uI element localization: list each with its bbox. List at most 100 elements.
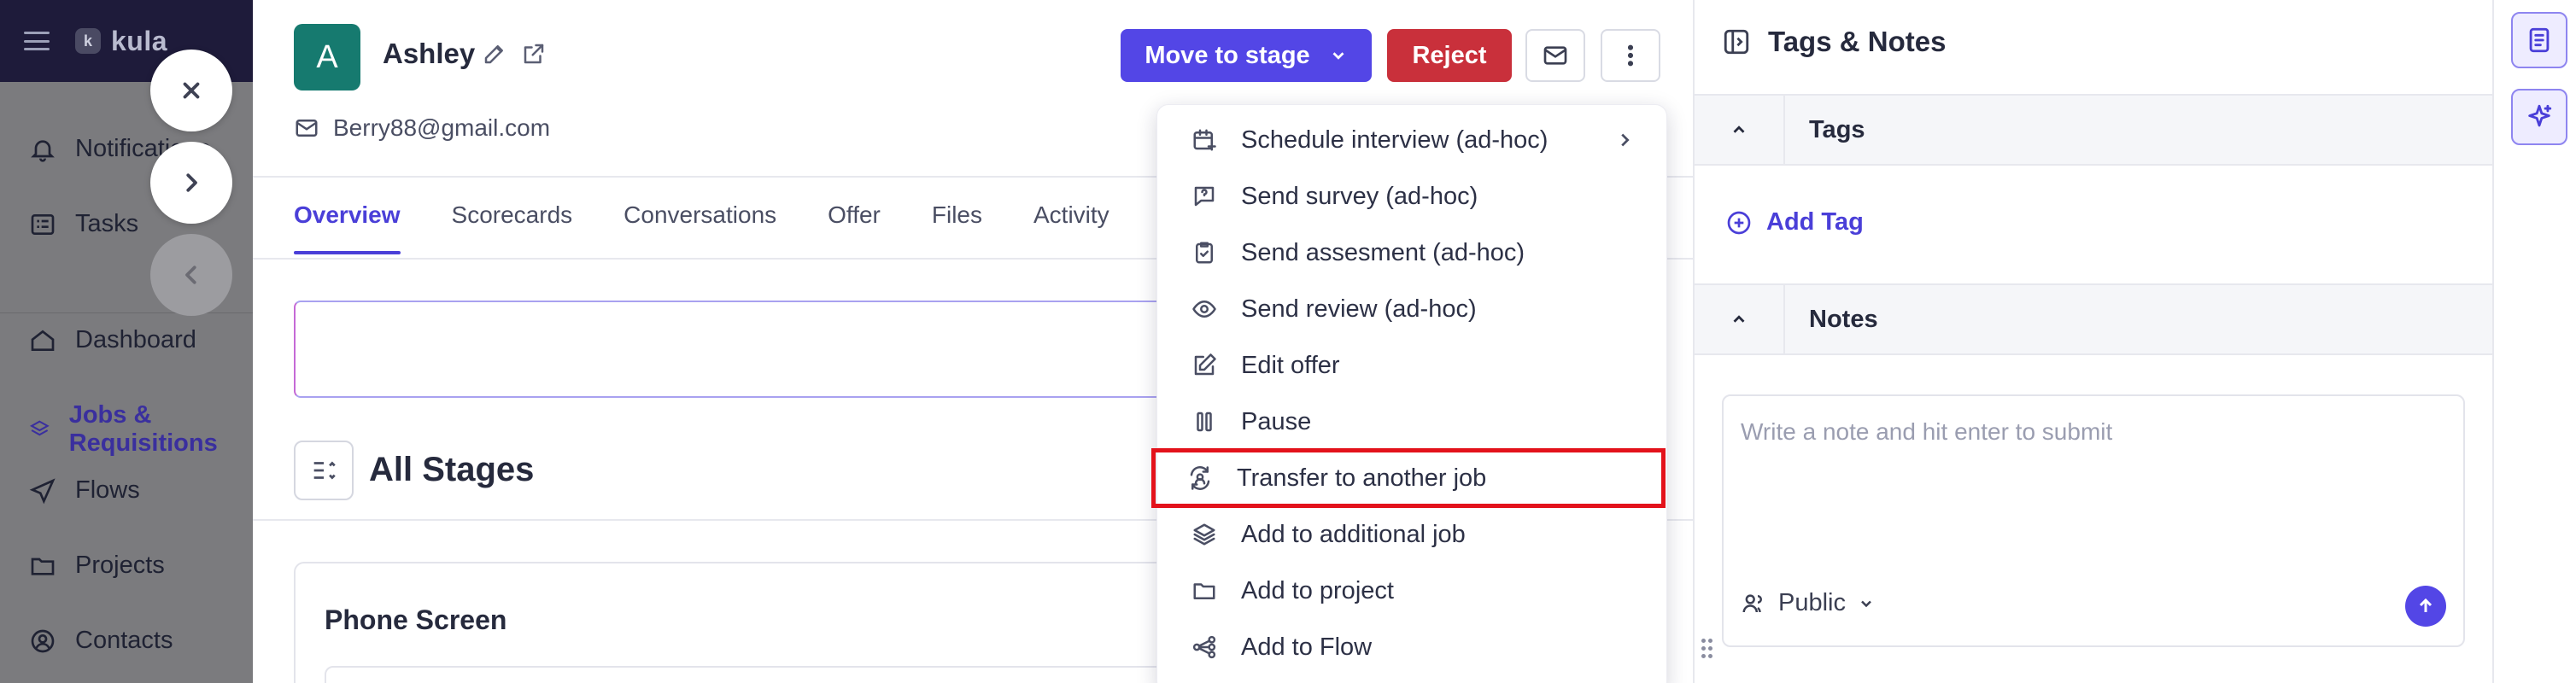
menu-item-label: Send assesment (ad-hoc)	[1241, 238, 1525, 266]
document-icon	[2529, 27, 2550, 53]
email-text[interactable]: Berry88@gmail.com	[333, 114, 550, 142]
chevron-up-icon	[1733, 315, 1745, 323]
tags-section-header[interactable]: Tags	[1695, 94, 2494, 166]
move-to-stage-label: Move to stage	[1145, 41, 1310, 69]
stages-toggle-button[interactable]	[294, 441, 354, 500]
send-icon	[29, 477, 56, 504]
tags-collapse-button[interactable]	[1695, 96, 1785, 164]
tab-scorecards[interactable]: Scorecards	[452, 201, 573, 254]
menu-item-label: Pause	[1241, 407, 1312, 435]
menu-item-send-assessment[interactable]: Send assesment (ad-hoc)	[1157, 225, 1668, 281]
submit-note-button[interactable]	[2405, 586, 2446, 627]
candidate-email: Berry88@gmail.com	[294, 114, 550, 142]
chevron-left-icon	[185, 266, 196, 284]
sidebar-item-contacts[interactable]: Contacts	[29, 627, 173, 655]
chevron-right-icon	[1621, 133, 1630, 147]
sidebar-divider	[0, 312, 253, 313]
candidate-name: Ashley	[383, 38, 476, 69]
move-to-stage-button[interactable]: Move to stage	[1121, 29, 1372, 82]
sparkle-icon	[2528, 104, 2552, 127]
app-logo[interactable]: k kula	[75, 26, 167, 57]
menu-item-send-review[interactable]: Send review (ad-hoc)	[1157, 281, 1668, 337]
menu-item-pause[interactable]: Pause	[1157, 394, 1668, 450]
menu-item-label: Send survey (ad-hoc)	[1241, 182, 1478, 210]
sidebar-item-tasks[interactable]: Tasks	[29, 210, 138, 238]
sidebar-item-dashboard[interactable]: Dashboard	[29, 326, 196, 354]
users-icon	[1742, 593, 1762, 612]
home-icon	[31, 330, 55, 351]
close-panel-button[interactable]	[150, 50, 232, 131]
mail-icon	[1543, 46, 1567, 65]
tab-conversations[interactable]: Conversations	[624, 201, 776, 254]
menu-item-label: Send review (ad-hoc)	[1241, 295, 1477, 323]
chevron-up-icon	[1733, 126, 1745, 133]
visibility-label: Public	[1778, 589, 1846, 616]
menu-item-edit-offer[interactable]: Edit offer	[1157, 337, 1668, 394]
sidebar-item-label: Tasks	[75, 210, 139, 237]
menu-item-label: Add to additional job	[1241, 520, 1466, 548]
menu-item-label: Add to Flow	[1241, 633, 1373, 661]
collapse-panel-icon[interactable]	[1722, 27, 1751, 56]
logo-wordmark: kula	[111, 25, 168, 56]
hamburger-menu-icon[interactable]	[24, 32, 50, 50]
tab-overview[interactable]: Overview	[294, 201, 401, 254]
calendar-plus-icon	[1193, 129, 1216, 151]
stages-title: All Stages	[369, 451, 535, 488]
sidebar-item-label: Dashboard	[75, 326, 196, 353]
menu-item-add-to-flow[interactable]: Add to Flow	[1157, 619, 1668, 675]
stage-title: Phone Screen	[325, 604, 507, 635]
note-placeholder: Write a note and hit enter to submit	[1741, 418, 2113, 445]
tab-bar: Overview Scorecards Conversations Offer …	[294, 201, 1109, 254]
external-link-icon[interactable]	[521, 41, 547, 67]
reject-button[interactable]: Reject	[1387, 29, 1512, 82]
chevron-down-icon	[1861, 600, 1871, 607]
folder-icon	[1193, 583, 1215, 599]
sidebar-item-label: Contacts	[75, 627, 173, 654]
resize-handle-icon[interactable]	[1701, 639, 1713, 659]
tasks-icon	[31, 213, 55, 235]
panel-title: Tags & Notes	[1768, 26, 1947, 57]
note-visibility-select[interactable]: Public	[1741, 589, 1875, 617]
note-input[interactable]: Write a note and hit enter to submit Pub…	[1722, 394, 2465, 647]
add-tag-button[interactable]: Add Tag	[1725, 208, 1864, 236]
folder-icon	[31, 557, 55, 575]
tab-files[interactable]: Files	[932, 201, 982, 254]
more-actions-button[interactable]	[1601, 29, 1660, 82]
sidebar-item-jobs[interactable]: Jobs & Requisitions	[29, 401, 253, 458]
notes-section-header[interactable]: Notes	[1695, 283, 2494, 355]
previous-candidate-button[interactable]	[150, 234, 232, 316]
layers-icon	[29, 420, 50, 436]
sidebar-item-flows[interactable]: Flows	[29, 476, 140, 505]
menu-item-add-to-project[interactable]: Add to project	[1157, 563, 1668, 619]
sidebar-item-label: Flows	[75, 476, 140, 504]
tags-notes-header: Tags & Notes	[1722, 26, 1946, 58]
menu-item-transfer-job[interactable]: Transfer to another job	[1151, 448, 1666, 508]
chevron-down-icon	[1332, 52, 1344, 60]
tags-notes-panel: Tags & Notes Tags Add Tag Notes Write a …	[1693, 0, 2494, 683]
menu-item-add-additional-job[interactable]: Add to additional job	[1157, 506, 1668, 563]
notes-panel-button[interactable]	[2511, 12, 2567, 68]
layers-icon	[1193, 523, 1215, 546]
user-transfer-icon	[1190, 466, 1210, 490]
tab-offer[interactable]: Offer	[828, 201, 881, 254]
notes-collapse-button[interactable]	[1695, 285, 1785, 353]
menu-item-label: Transfer to another job	[1237, 464, 1487, 492]
right-rail	[2492, 0, 2576, 683]
edit-icon[interactable]	[482, 41, 507, 67]
pause-icon	[1197, 412, 1212, 432]
sidebar-item-projects[interactable]: Projects	[29, 552, 165, 580]
menu-item-schedule-interview[interactable]: Schedule interview (ad-hoc)	[1157, 112, 1668, 168]
ai-assistant-button[interactable]	[2511, 89, 2567, 145]
add-tag-label: Add Tag	[1766, 208, 1864, 236]
logo-mark: k	[75, 28, 101, 54]
menu-item-label: Add to project	[1241, 576, 1394, 604]
chevron-right-icon	[186, 173, 197, 192]
eye-icon	[1192, 301, 1216, 318]
next-candidate-button[interactable]	[150, 142, 232, 224]
menu-item-send-survey[interactable]: Send survey (ad-hoc)	[1157, 168, 1668, 225]
list-sort-icon	[313, 461, 336, 480]
email-candidate-button[interactable]	[1525, 29, 1585, 82]
tab-activity[interactable]: Activity	[1033, 201, 1109, 254]
clipboard-check-icon	[1196, 242, 1213, 264]
flow-icon	[1192, 635, 1216, 659]
